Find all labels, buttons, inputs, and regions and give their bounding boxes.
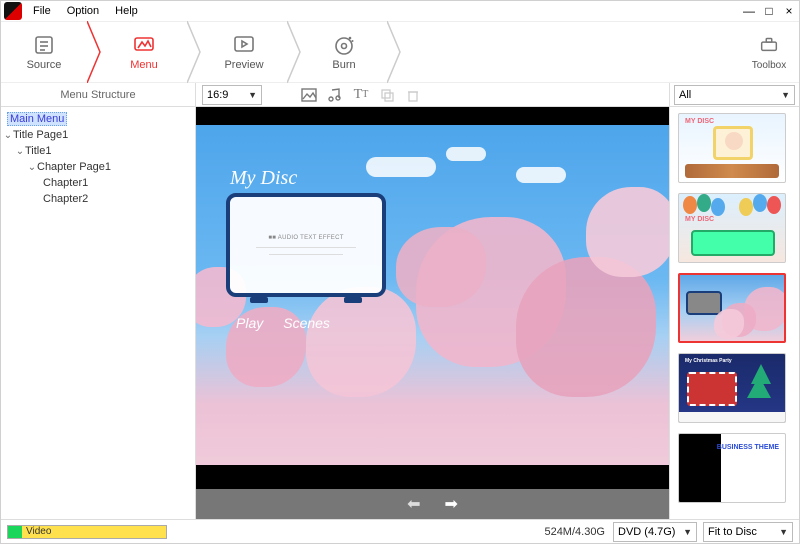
menu-button-play[interactable]: Play bbox=[236, 315, 263, 331]
menu-preview: My Disc ■■ AUDIO TEXT EFFECT Play Scenes… bbox=[196, 107, 669, 519]
step-label: Source bbox=[27, 59, 62, 71]
video-label: Video bbox=[26, 526, 51, 537]
thumb-label: BUSINESS THEME bbox=[717, 444, 779, 451]
step-source[interactable]: Source bbox=[1, 21, 87, 83]
toolbox-label: Toolbox bbox=[752, 60, 786, 71]
thumb-label: MY DISC bbox=[685, 216, 714, 223]
tree-node-chapter1[interactable]: Chapter1 bbox=[43, 177, 88, 189]
step-label: Burn bbox=[332, 59, 355, 71]
menu-option[interactable]: Option bbox=[59, 3, 107, 19]
tree-node-title-page[interactable]: Title Page1 bbox=[13, 129, 68, 141]
main-area: Main Menu ⌄Title Page1 ⌄Title1 ⌄Chapter … bbox=[1, 107, 799, 519]
tree-expand-icon[interactable]: ⌄ bbox=[3, 130, 13, 141]
delete-tool-icon bbox=[402, 84, 424, 106]
prev-page-icon[interactable]: ⬅ bbox=[407, 494, 420, 514]
template-thumb-baby[interactable]: MY DISC bbox=[678, 113, 786, 183]
window-minimize-button[interactable]: — bbox=[739, 4, 759, 18]
chevron-down-icon: ▼ bbox=[779, 527, 788, 537]
template-filter-value: All bbox=[679, 89, 691, 101]
step-preview[interactable]: Preview bbox=[201, 21, 287, 83]
video-progress: Video bbox=[7, 525, 167, 539]
app-window: File Option Help — □ × Source Menu Previ… bbox=[0, 0, 800, 544]
step-toolbar: Source Menu Preview Burn bbox=[1, 21, 799, 83]
tree-expand-icon[interactable]: ⌄ bbox=[27, 162, 37, 173]
step-label: Preview bbox=[224, 59, 263, 71]
preview-nav: ⬅ ➡ bbox=[196, 489, 669, 519]
image-tool-icon[interactable] bbox=[298, 84, 320, 106]
disc-type-select[interactable]: DVD (4.7G) ▼ bbox=[613, 522, 697, 542]
tree-expand-icon[interactable]: ⌄ bbox=[15, 146, 25, 157]
menu-help[interactable]: Help bbox=[107, 3, 146, 19]
chevron-icon bbox=[187, 21, 201, 83]
menu-structure-tree[interactable]: Main Menu ⌄Title Page1 ⌄Title1 ⌄Chapter … bbox=[1, 107, 196, 519]
disc-title-text[interactable]: My Disc bbox=[230, 167, 297, 190]
step-menu[interactable]: Menu bbox=[101, 21, 187, 83]
disc-size-text: 524M/4.30G bbox=[544, 526, 605, 538]
sub-toolbar: Menu Structure 16:9 ▼ TT All bbox=[1, 83, 799, 107]
chevron-icon bbox=[287, 21, 301, 83]
fit-mode-value: Fit to Disc bbox=[708, 526, 757, 538]
window-close-button[interactable]: × bbox=[779, 4, 799, 18]
disc-type-value: DVD (4.7G) bbox=[618, 526, 675, 538]
step-burn[interactable]: Burn bbox=[301, 21, 387, 83]
chevron-down-icon: ▼ bbox=[248, 90, 257, 100]
aspect-ratio-select[interactable]: 16:9 ▼ bbox=[202, 85, 262, 105]
source-icon bbox=[32, 33, 56, 57]
template-thumb-balloons[interactable]: MY DISC bbox=[678, 193, 786, 263]
tree-node-chapter2[interactable]: Chapter2 bbox=[43, 193, 88, 205]
step-label: Menu bbox=[130, 59, 158, 71]
thumb-label: My Christmas Party bbox=[685, 358, 732, 364]
menu-button-scenes[interactable]: Scenes bbox=[283, 315, 330, 331]
preview-icon bbox=[232, 33, 256, 57]
tree-node-title1[interactable]: Title1 bbox=[25, 145, 52, 157]
chevron-icon bbox=[87, 21, 101, 83]
tree-node-chapter-page[interactable]: Chapter Page1 bbox=[37, 161, 111, 173]
copy-tool-icon bbox=[376, 84, 398, 106]
template-thumb-business[interactable]: BUSINESS THEME bbox=[678, 433, 786, 503]
menu-file[interactable]: File bbox=[25, 3, 59, 19]
window-maximize-button[interactable]: □ bbox=[759, 4, 779, 18]
thumb-label: MY DISC bbox=[685, 118, 714, 125]
toolbox-icon bbox=[757, 33, 781, 60]
disc-thumbnail-frame[interactable]: ■■ AUDIO TEXT EFFECT bbox=[226, 193, 386, 297]
app-logo-icon bbox=[4, 2, 22, 20]
template-filter-area: All ▼ bbox=[669, 83, 799, 106]
aspect-ratio-value: 16:9 bbox=[207, 89, 228, 101]
preview-canvas[interactable]: My Disc ■■ AUDIO TEXT EFFECT Play Scenes bbox=[196, 107, 669, 489]
tree-node-main-menu[interactable]: Main Menu bbox=[7, 112, 67, 126]
tree-panel-title: Menu Structure bbox=[1, 83, 196, 106]
template-filter-select[interactable]: All ▼ bbox=[674, 85, 795, 105]
text-tool-icon[interactable]: TT bbox=[350, 84, 372, 106]
status-bar: Video 524M/4.30G DVD (4.7G) ▼ Fit to Dis… bbox=[1, 519, 799, 543]
preview-tools: 16:9 ▼ TT bbox=[196, 83, 669, 106]
fit-mode-select[interactable]: Fit to Disc ▼ bbox=[703, 522, 793, 542]
menu-icon bbox=[132, 33, 156, 57]
titlebar: File Option Help — □ × bbox=[1, 1, 799, 21]
music-tool-icon[interactable] bbox=[324, 84, 346, 106]
chevron-down-icon: ▼ bbox=[781, 90, 790, 100]
chevron-down-icon: ▼ bbox=[683, 527, 692, 537]
next-page-icon[interactable]: ➡ bbox=[445, 494, 458, 514]
frame-caption: ■■ AUDIO TEXT EFFECT bbox=[268, 235, 343, 241]
template-thumb-christmas[interactable]: My Christmas Party bbox=[678, 353, 786, 423]
burn-icon bbox=[332, 33, 356, 57]
chevron-icon bbox=[387, 21, 401, 83]
toolbox-button[interactable]: Toolbox bbox=[739, 33, 799, 71]
template-list[interactable]: MY DISC MY DISC bbox=[669, 107, 799, 519]
template-thumb-blossom[interactable] bbox=[678, 273, 786, 343]
